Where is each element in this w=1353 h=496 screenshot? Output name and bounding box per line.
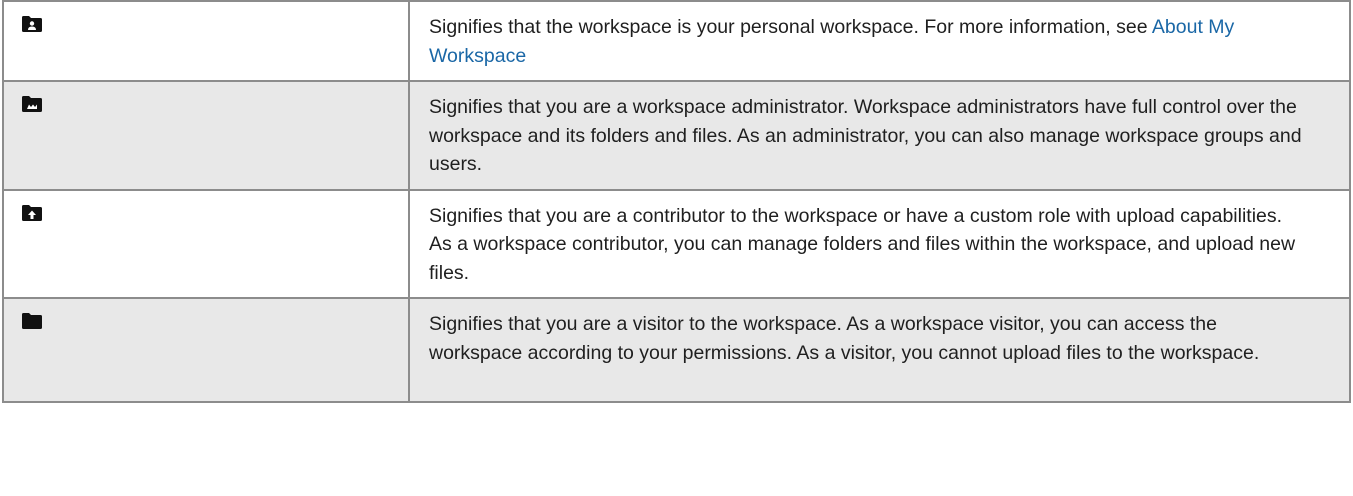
description-cell: Signifies that the workspace is your per… — [408, 0, 1351, 82]
personal-workspace-folder-icon — [22, 16, 408, 32]
icon-cell — [2, 297, 410, 403]
description-cell: Signifies that you are a contributor to … — [408, 188, 1351, 299]
table-row: Signifies that you are a contributor to … — [2, 188, 1351, 299]
row-description: Signifies that you are a visitor to the … — [429, 313, 1260, 364]
table-row: Signifies that the workspace is your per… — [2, 0, 1351, 82]
icon-cell — [2, 188, 410, 299]
icon-cell — [2, 80, 410, 191]
workspace-icons-table: Signifies that the workspace is your per… — [2, 0, 1351, 403]
description-cell: Signifies that you are a visitor to the … — [408, 297, 1351, 403]
administrator-workspace-folder-icon — [22, 96, 408, 112]
icon-cell — [2, 0, 410, 82]
row-description: Signifies that you are a workspace admin… — [429, 96, 1302, 175]
visitor-workspace-folder-icon — [22, 313, 408, 329]
row-description: Signifies that you are a contributor to … — [429, 204, 1296, 284]
table-row: Signifies that you are a workspace admin… — [2, 80, 1351, 191]
table-row: Signifies that you are a visitor to the … — [2, 297, 1351, 403]
row-description: Signifies that the workspace is your per… — [429, 16, 1152, 38]
contributor-workspace-folder-icon — [22, 204, 408, 221]
description-cell: Signifies that you are a workspace admin… — [408, 80, 1351, 191]
